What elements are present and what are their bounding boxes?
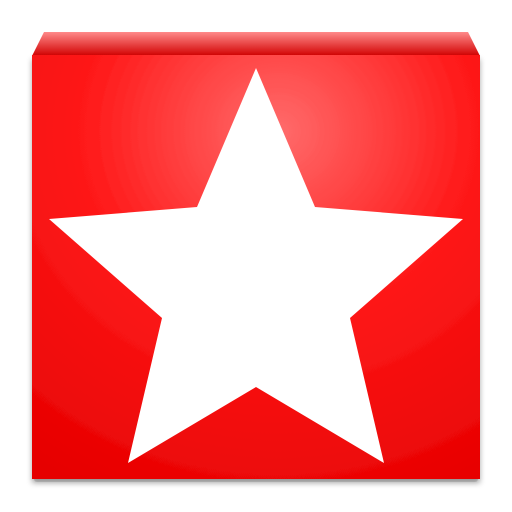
app-icon[interactable] bbox=[0, 0, 512, 512]
tile-top-bevel bbox=[32, 32, 480, 56]
app-icon-canvas bbox=[0, 0, 512, 512]
